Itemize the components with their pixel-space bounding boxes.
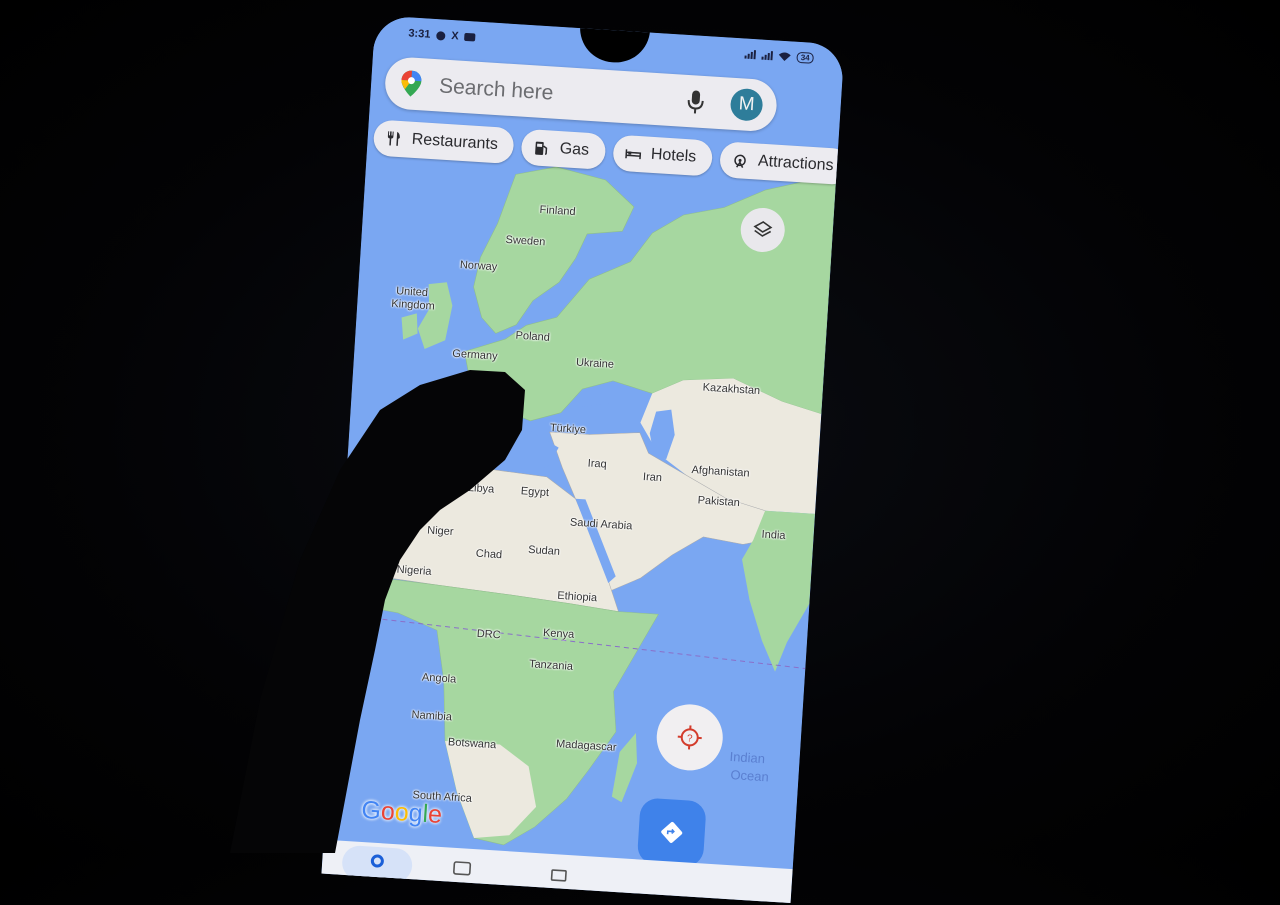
map-label-pakistan[interactable]: Pakistan: [697, 494, 740, 509]
map-label-sudan[interactable]: Sudan: [528, 544, 561, 558]
x-icon: X: [451, 30, 459, 42]
youtube-icon: [464, 33, 475, 42]
svg-text:?: ?: [687, 733, 694, 744]
messenger-icon: [436, 31, 446, 41]
map-label-mali[interactable]: Mali: [373, 516, 394, 529]
search-input[interactable]: [436, 73, 661, 113]
directions-icon: [657, 818, 687, 848]
signal-sim1-icon: [745, 50, 757, 60]
map-label-finland[interactable]: Finland: [539, 204, 576, 218]
map-label-poland[interactable]: Poland: [515, 330, 550, 344]
map-label-namibia[interactable]: Namibia: [411, 709, 452, 724]
chip-label: Attractions: [757, 153, 834, 176]
map-label-sweden[interactable]: Sweden: [505, 234, 545, 248]
map-label-ethiopia[interactable]: Ethiopia: [557, 590, 597, 604]
map-label-angola[interactable]: Angola: [422, 671, 457, 685]
bed-icon: [624, 145, 641, 162]
directions-button[interactable]: [637, 797, 707, 867]
map-label-indian-ocean-1[interactable]: Indian: [729, 749, 765, 766]
map-label-india[interactable]: India: [761, 529, 786, 542]
chip-label: Hotels: [650, 146, 696, 167]
map-label-turkiye[interactable]: Türkiye: [550, 422, 587, 436]
map-label-indian-ocean-2[interactable]: Ocean: [730, 767, 769, 784]
maps-screen: Finland Sweden Norway United Kingdom Pol…: [321, 15, 844, 903]
map-label-iran[interactable]: Iran: [643, 471, 663, 484]
map-label-norway[interactable]: Norway: [460, 259, 498, 273]
map-label-chad[interactable]: Chad: [475, 548, 502, 562]
battery-indicator: 34: [796, 52, 814, 64]
saved-icon[interactable]: [452, 858, 475, 877]
map-label-ukraine[interactable]: Ukraine: [576, 357, 615, 371]
gas-pump-icon: [533, 139, 550, 156]
microphone-icon[interactable]: [686, 90, 705, 115]
map-label-algeria[interactable]: Algeria: [397, 462, 432, 476]
chip-gas[interactable]: Gas: [521, 129, 606, 170]
layers-icon: [751, 218, 774, 241]
map-label-libya[interactable]: Libya: [468, 482, 495, 496]
signal-sim2-icon: [762, 51, 774, 61]
explore-icon[interactable]: [368, 852, 387, 871]
map-label-iraq[interactable]: Iraq: [587, 457, 607, 470]
logo-letter: G: [361, 796, 382, 825]
google-maps-pin-icon: [400, 70, 422, 97]
contribute-icon[interactable]: [549, 864, 570, 883]
phone: Finland Sweden Norway United Kingdom Pol…: [292, 13, 875, 905]
logo-letter: e: [427, 800, 443, 829]
map-label-niger[interactable]: Niger: [427, 525, 454, 539]
fork-knife-icon: [385, 130, 402, 147]
map-label-united-kingdom-1[interactable]: United: [396, 285, 428, 299]
chip-label: Restaurants: [411, 131, 498, 154]
attractions-icon: [732, 152, 749, 169]
account-avatar[interactable]: M: [730, 88, 764, 122]
location-unknown-icon: ?: [675, 723, 705, 753]
wifi-icon: [779, 52, 792, 62]
status-time: 3:31: [408, 27, 431, 40]
map-label-drc[interactable]: DRC: [476, 628, 501, 641]
map-label-nigeria[interactable]: Nigeria: [396, 564, 432, 578]
chip-hotels[interactable]: Hotels: [612, 134, 713, 176]
map-label-kenya[interactable]: Kenya: [543, 627, 575, 641]
chip-label: Gas: [559, 140, 589, 160]
map-label-egypt[interactable]: Egypt: [520, 485, 549, 499]
google-logo: Google: [361, 796, 443, 830]
